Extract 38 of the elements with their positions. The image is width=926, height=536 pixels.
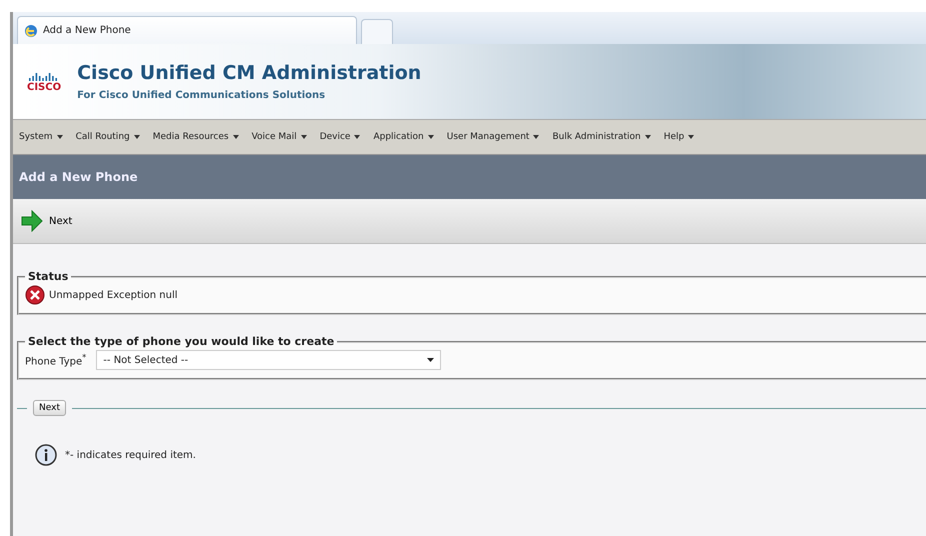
caret-icon [354,135,360,139]
caret-icon [427,358,434,362]
next-button[interactable]: Next [33,400,66,416]
next-toolbar-button[interactable]: Next [21,210,72,232]
caret-icon [428,135,434,139]
caret-icon [688,135,694,139]
menu-item[interactable]: System [19,132,63,142]
caret-icon [232,135,239,139]
new-tab-button[interactable] [361,19,393,44]
menu-item[interactable]: Bulk Administration [552,132,651,142]
app-subtitle: For Cisco Unified Communications Solutions [77,90,326,101]
error-icon [25,285,45,305]
menu-item[interactable]: Application [373,132,434,142]
arrow-icon [21,210,43,232]
caret-icon [300,135,307,139]
caret-icon [134,135,140,139]
cisco-bars-icon [29,70,60,80]
logo-text: CISCO [27,82,62,92]
info-icon [35,444,57,466]
phone-type-label: Phone Type$^{*}$ [25,352,86,368]
required-note: *- indicates required item. [65,450,196,460]
phone-type-dropdown[interactable]: -- Not Selected -- [96,350,442,370]
menu-item[interactable]: Device [320,132,360,142]
caret-icon [533,135,540,139]
page-title: Add a New Phone [13,155,926,199]
caret-icon [644,135,651,139]
app-title: Cisco Unified CM Administration [77,62,422,84]
status-message: Unmapped Exception null [49,290,178,300]
menu-item[interactable]: Media Resources [152,132,239,142]
menu-item[interactable]: Call Routing [76,132,140,142]
menu-item[interactable]: User Management [446,132,540,142]
menu-item[interactable]: Help [664,132,694,142]
caret-icon [56,135,63,139]
browser-icon [24,24,38,38]
browser-tab[interactable]: Add a New Phone [17,16,357,44]
phone-type-legend: Select the type of phone you would like to create [25,335,338,348]
status-legend: Status [25,270,72,283]
menu-item[interactable]: Voice Mail [252,132,307,142]
